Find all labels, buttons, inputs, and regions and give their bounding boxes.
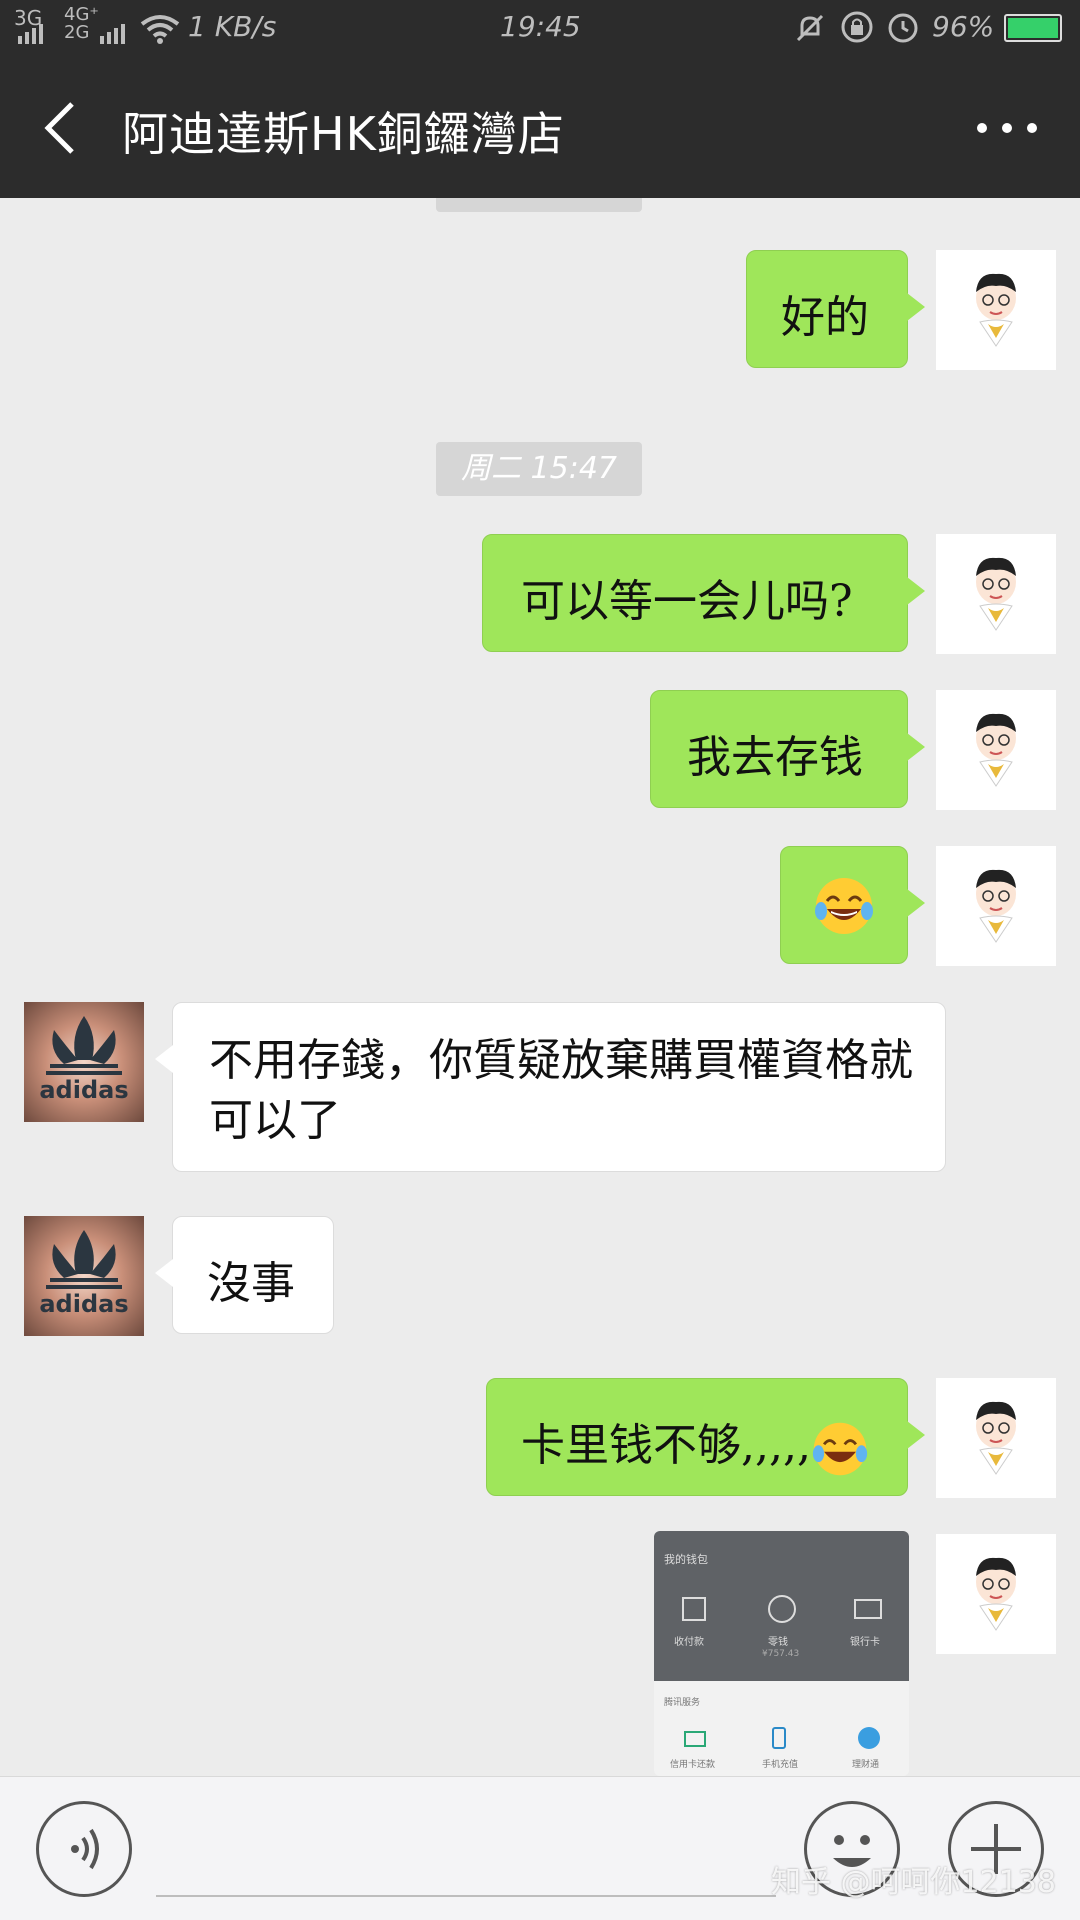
message-text: 卡里钱不够,,,,, xyxy=(487,1379,907,1478)
back-chevron-icon[interactable] xyxy=(38,100,86,156)
cartoon-boy-avatar-icon xyxy=(976,1557,1016,1631)
message-bubble-received[interactable]: 沒事 xyxy=(155,1216,334,1334)
licaitong-icon xyxy=(858,1727,880,1749)
message-text: 不用存錢，你質疑放棄購買權資格就可以了 xyxy=(209,1035,913,1146)
message-bubble-sent[interactable] xyxy=(780,846,925,964)
timestamp-partial xyxy=(436,198,642,212)
wallet-service-2: 理财通 xyxy=(852,1760,880,1770)
timestamp: 周二 15:47 xyxy=(436,442,642,496)
face-with-tears-of-joy-icon xyxy=(815,878,873,934)
wallet-service-0: 信用卡还款 xyxy=(670,1760,716,1770)
shop-avatar[interactable]: adidas xyxy=(24,1216,144,1336)
message-text: 沒事 xyxy=(207,1258,295,1309)
wallet-title: 我的钱包 xyxy=(664,1553,708,1566)
my-avatar[interactable] xyxy=(936,534,1056,654)
my-avatar[interactable] xyxy=(936,250,1056,370)
message-bubble-sent[interactable]: 好的 xyxy=(746,250,925,368)
message-text-content: 卡里钱不够,,,,, xyxy=(521,1420,811,1471)
shop-brand-text: adidas xyxy=(39,1076,128,1104)
alarm-icon xyxy=(888,13,918,43)
cartoon-boy-avatar-icon xyxy=(976,869,1016,943)
my-avatar[interactable] xyxy=(936,846,1056,966)
scan-icon xyxy=(682,1597,706,1621)
network-speed: 1 KB/s xyxy=(188,10,277,43)
signal-icon xyxy=(18,24,43,44)
cartoon-boy-avatar-icon xyxy=(976,557,1016,631)
adidas-logo-icon: adidas xyxy=(39,1016,129,1104)
rotation-lock-icon xyxy=(841,11,873,43)
voice-icon xyxy=(71,1828,99,1870)
wifi-icon xyxy=(140,15,180,44)
cartoon-boy-avatar-icon xyxy=(976,1401,1016,1475)
my-avatar[interactable] xyxy=(936,690,1056,810)
my-avatar[interactable] xyxy=(936,1378,1056,1498)
chat-title: 阿迪達斯HK銅鑼灣店 xyxy=(122,107,565,161)
shop-avatar[interactable]: adidas xyxy=(24,1002,144,1122)
wallet-icon-label-2: 银行卡 xyxy=(850,1637,880,1648)
message-bubble-sent[interactable]: 我去存钱 xyxy=(650,690,925,808)
my-avatar[interactable] xyxy=(936,1534,1056,1654)
shop-brand-text: adidas xyxy=(39,1290,128,1318)
message-bubble-received[interactable]: 不用存錢，你質疑放棄購買權資格就可以了 xyxy=(155,1002,946,1172)
message-bubble-sent[interactable]: 卡里钱不够,,,,, xyxy=(486,1378,925,1496)
input-bar: 知乎 @呵呵你12138 xyxy=(0,1776,1080,1920)
adidas-logo-icon: adidas xyxy=(39,1230,129,1318)
watermark-text: 知乎 @呵呵你12138 xyxy=(771,1865,1056,1900)
chat-header: 阿迪達斯HK銅鑼灣店 xyxy=(0,56,1080,198)
chat-history[interactable]: 好的 周二 15:47 可以等一会儿吗? 我去存钱 adidas 不用存錢，你質… xyxy=(0,198,1080,1776)
card-icon xyxy=(854,1599,882,1619)
cartoon-boy-avatar-icon xyxy=(976,273,1016,347)
battery-icon xyxy=(1004,14,1062,42)
signal-icon-2 xyxy=(100,24,125,44)
status-bar: 3G 4G⁺ 2G 1 KB/s 19:45 96% xyxy=(0,0,1080,56)
wallet-icon-label-0: 收付款 xyxy=(674,1637,704,1648)
message-text: 可以等一会儿吗? xyxy=(521,576,853,627)
message-input[interactable] xyxy=(156,1895,776,1897)
credit-card-icon xyxy=(684,1731,706,1747)
yuan-icon xyxy=(768,1595,796,1623)
battery-percent: 96% xyxy=(932,10,995,43)
status-time: 19:45 xyxy=(500,10,581,43)
face-with-tears-of-joy-icon xyxy=(812,1422,868,1475)
mute-bell-icon xyxy=(796,14,824,42)
message-text: 我去存钱 xyxy=(687,732,863,783)
network-4g-label: 4G⁺ 2G xyxy=(64,4,99,43)
wallet-service-1: 手机充值 xyxy=(762,1760,799,1770)
more-options-icon[interactable] xyxy=(972,118,1042,138)
message-image-wallet-screenshot[interactable]: 我的钱包 收付款 零钱 银行卡 ¥757.43 腾讯服务 信用卡还款 手机充值 … xyxy=(654,1531,909,1776)
message-bubble-sent[interactable]: 可以等一会儿吗? xyxy=(482,534,925,652)
message-text: 好的 xyxy=(781,292,869,343)
wallet-balance: ¥757.43 xyxy=(762,1649,800,1659)
wallet-section-title: 腾讯服务 xyxy=(664,1698,701,1708)
cartoon-boy-avatar-icon xyxy=(976,713,1016,787)
voice-button[interactable] xyxy=(36,1801,132,1897)
wallet-icon-label-1: 零钱 xyxy=(768,1637,788,1648)
phone-icon xyxy=(772,1727,786,1749)
